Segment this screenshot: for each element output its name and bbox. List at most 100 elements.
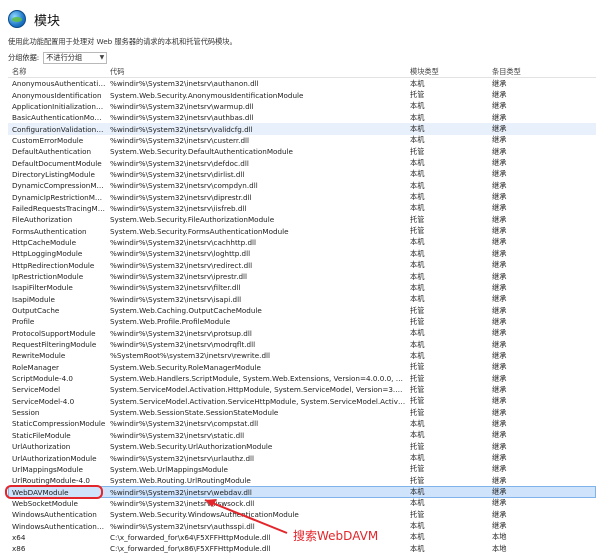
cell-module-type: 本机 bbox=[406, 294, 488, 304]
cell-module-type: 本机 bbox=[406, 521, 488, 531]
table-row[interactable]: ServiceModelSystem.ServiceModel.Activati… bbox=[8, 384, 596, 395]
cell-entry-type: 继承 bbox=[488, 340, 578, 350]
cell-module-type: 本机 bbox=[406, 158, 488, 168]
table-row[interactable]: ConfigurationValidationMo...%windir%\Sys… bbox=[8, 123, 596, 134]
column-header-module-type[interactable]: 模块类型 bbox=[406, 67, 488, 77]
column-header-entry-type[interactable]: 条目类型 bbox=[488, 67, 578, 77]
cell-name: HttpLoggingModule bbox=[8, 249, 106, 258]
table-row[interactable]: BasicAuthenticationModule%windir%\System… bbox=[8, 112, 596, 123]
cell-module-type: 本机 bbox=[406, 79, 488, 89]
cell-name: StaticCompressionModule bbox=[8, 419, 106, 428]
table-row[interactable]: RewriteModule%SystemRoot%\system32\inets… bbox=[8, 350, 596, 361]
cell-entry-type: 继承 bbox=[488, 249, 578, 259]
cell-name: x64 bbox=[8, 533, 106, 542]
cell-module-type: 本机 bbox=[406, 453, 488, 463]
table-row[interactable]: WebSocketModule%windir%\System32\inetsrv… bbox=[8, 498, 596, 509]
table-row[interactable]: IpRestrictionModule%windir%\System32\ine… bbox=[8, 271, 596, 282]
table-row[interactable]: IsapiModule%windir%\System32\inetsrv\isa… bbox=[8, 294, 596, 305]
page-title: 模块 bbox=[34, 10, 60, 29]
cell-code: %windir%\System32\inetsrv\urlauthz.dll bbox=[106, 454, 406, 463]
table-row[interactable]: IsapiFilterModule%windir%\System32\inets… bbox=[8, 282, 596, 293]
cell-code: System.Web.Security.AnonymousIdentificat… bbox=[106, 91, 406, 100]
cell-module-type: 托管 bbox=[406, 226, 488, 236]
table-row[interactable]: ProtocolSupportModule%windir%\System32\i… bbox=[8, 328, 596, 339]
cell-module-type: 本机 bbox=[406, 101, 488, 111]
cell-module-type: 本机 bbox=[406, 430, 488, 440]
table-row[interactable]: FileAuthorizationSystem.Web.Security.Fil… bbox=[8, 214, 596, 225]
cell-module-type: 本机 bbox=[406, 181, 488, 191]
table-row[interactable]: FailedRequestsTracingMod...%windir%\Syst… bbox=[8, 203, 596, 214]
cell-name: HttpCacheModule bbox=[8, 238, 106, 247]
cell-code: System.ServiceModel.Activation.ServiceHt… bbox=[106, 397, 406, 406]
table-row[interactable]: StaticCompressionModule%windir%\System32… bbox=[8, 418, 596, 429]
table-row[interactable]: RequestFilteringModule%windir%\System32\… bbox=[8, 339, 596, 350]
cell-name: DefaultDocumentModule bbox=[8, 159, 106, 168]
highlight-box bbox=[5, 485, 103, 499]
cell-module-type: 本机 bbox=[406, 283, 488, 293]
cell-entry-type: 继承 bbox=[488, 464, 578, 474]
cell-name: DynamicIpRestrictionModule bbox=[8, 193, 106, 202]
cell-name: RequestFilteringModule bbox=[8, 340, 106, 349]
table-row[interactable]: OutputCacheSystem.Web.Caching.OutputCach… bbox=[8, 305, 596, 316]
cell-name: ConfigurationValidationMo... bbox=[8, 125, 106, 134]
cell-code: System.Web.SessionState.SessionStateModu… bbox=[106, 408, 406, 417]
table-row[interactable]: WindowsAuthenticationSystem.Web.Security… bbox=[8, 509, 596, 520]
table-row[interactable]: StaticFileModule%windir%\System32\inetsr… bbox=[8, 430, 596, 441]
table-row[interactable]: DynamicIpRestrictionModule%windir%\Syste… bbox=[8, 191, 596, 202]
cell-code: %windir%\System32\inetsrv\diprestr.dll bbox=[106, 193, 406, 202]
cell-entry-type: 继承 bbox=[488, 283, 578, 293]
table-row[interactable]: SessionSystem.Web.SessionState.SessionSt… bbox=[8, 407, 596, 418]
cell-name: ScriptModule-4.0 bbox=[8, 374, 106, 383]
cell-module-type: 托管 bbox=[406, 215, 488, 225]
cell-code: System.Web.Security.FileAuthorizationMod… bbox=[106, 215, 406, 224]
table-row[interactable]: FormsAuthenticationSystem.Web.Security.F… bbox=[8, 225, 596, 236]
chevron-down-icon: ▼ bbox=[100, 53, 105, 63]
table-row[interactable]: ServiceModel-4.0System.ServiceModel.Acti… bbox=[8, 396, 596, 407]
cell-code: %windir%\System32\inetsrv\static.dll bbox=[106, 431, 406, 440]
cell-name: OutputCache bbox=[8, 306, 106, 315]
cell-entry-type: 继承 bbox=[488, 408, 578, 418]
table-row[interactable]: UrlMappingsModuleSystem.Web.UrlMappingsM… bbox=[8, 464, 596, 475]
cell-entry-type: 继承 bbox=[488, 419, 578, 429]
column-header-code[interactable]: 代码 bbox=[106, 67, 406, 77]
table-row[interactable]: DefaultDocumentModule%windir%\System32\i… bbox=[8, 157, 596, 168]
table-row[interactable]: UrlAuthorizationSystem.Web.Security.UrlA… bbox=[8, 441, 596, 452]
table-row[interactable]: CustomErrorModule%windir%\System32\inets… bbox=[8, 135, 596, 146]
cell-name: HttpRedirectionModule bbox=[8, 261, 106, 270]
table-row[interactable]: HttpRedirectionModule%windir%\System32\i… bbox=[8, 260, 596, 271]
cell-entry-type: 继承 bbox=[488, 442, 578, 452]
table-row[interactable]: AnonymousAuthentication...%windir%\Syste… bbox=[8, 78, 596, 89]
table-row[interactable]: DefaultAuthenticationSystem.Web.Security… bbox=[8, 146, 596, 157]
cell-module-type: 本机 bbox=[406, 260, 488, 270]
table-row[interactable]: DynamicCompressionModu...%windir%\System… bbox=[8, 180, 596, 191]
table-row[interactable]: UrlAuthorizationModule%windir%\System32\… bbox=[8, 452, 596, 463]
table-row[interactable]: DirectoryListingModule%windir%\System32\… bbox=[8, 169, 596, 180]
cell-name: WebSocketModule bbox=[8, 499, 106, 508]
table-row[interactable]: ProfileSystem.Web.Profile.ProfileModule托… bbox=[8, 316, 596, 327]
table-row[interactable]: HttpCacheModule%windir%\System32\inetsrv… bbox=[8, 237, 596, 248]
cell-code: %windir%\System32\inetsrv\redirect.dll bbox=[106, 261, 406, 270]
table-row[interactable]: x86C:\x_forwarded_for\x86\F5XFFHttpModul… bbox=[8, 543, 596, 554]
cell-code: System.Web.Security.RoleManagerModule bbox=[106, 363, 406, 372]
cell-entry-type: 继承 bbox=[488, 294, 578, 304]
table-row[interactable]: AnonymousIdentificationSystem.Web.Securi… bbox=[8, 89, 596, 100]
cell-module-type: 托管 bbox=[406, 408, 488, 418]
cell-entry-type: 继承 bbox=[488, 169, 578, 179]
cell-code: C:\x_forwarded_for\x86\F5XFFHttpModule.d… bbox=[106, 544, 406, 553]
cell-entry-type: 继承 bbox=[488, 124, 578, 134]
table-row[interactable]: RoleManagerSystem.Web.Security.RoleManag… bbox=[8, 362, 596, 373]
cell-code: System.Web.Caching.OutputCacheModule bbox=[106, 306, 406, 315]
column-header-name[interactable]: 名称 bbox=[8, 67, 106, 77]
table-row[interactable]: ScriptModule-4.0System.Web.Handlers.Scri… bbox=[8, 373, 596, 384]
cell-code: %windir%\System32\inetsrv\validcfg.dll bbox=[106, 125, 406, 134]
cell-name: UrlRoutingModule-4.0 bbox=[8, 476, 106, 485]
grouping-select[interactable]: 不进行分组 ▼ bbox=[43, 52, 107, 64]
cell-entry-type: 继承 bbox=[488, 101, 578, 111]
table-row[interactable]: HttpLoggingModule%windir%\System32\inets… bbox=[8, 248, 596, 259]
table-row[interactable]: ApplicationInitializationMo...%windir%\S… bbox=[8, 101, 596, 112]
cell-module-type: 托管 bbox=[406, 464, 488, 474]
cell-module-type: 托管 bbox=[406, 476, 488, 486]
page-header: 模块 bbox=[8, 8, 60, 30]
cell-code: %windir%\System32\inetsrv\compstat.dll bbox=[106, 419, 406, 428]
grouping-value: 不进行分组 bbox=[46, 53, 82, 62]
